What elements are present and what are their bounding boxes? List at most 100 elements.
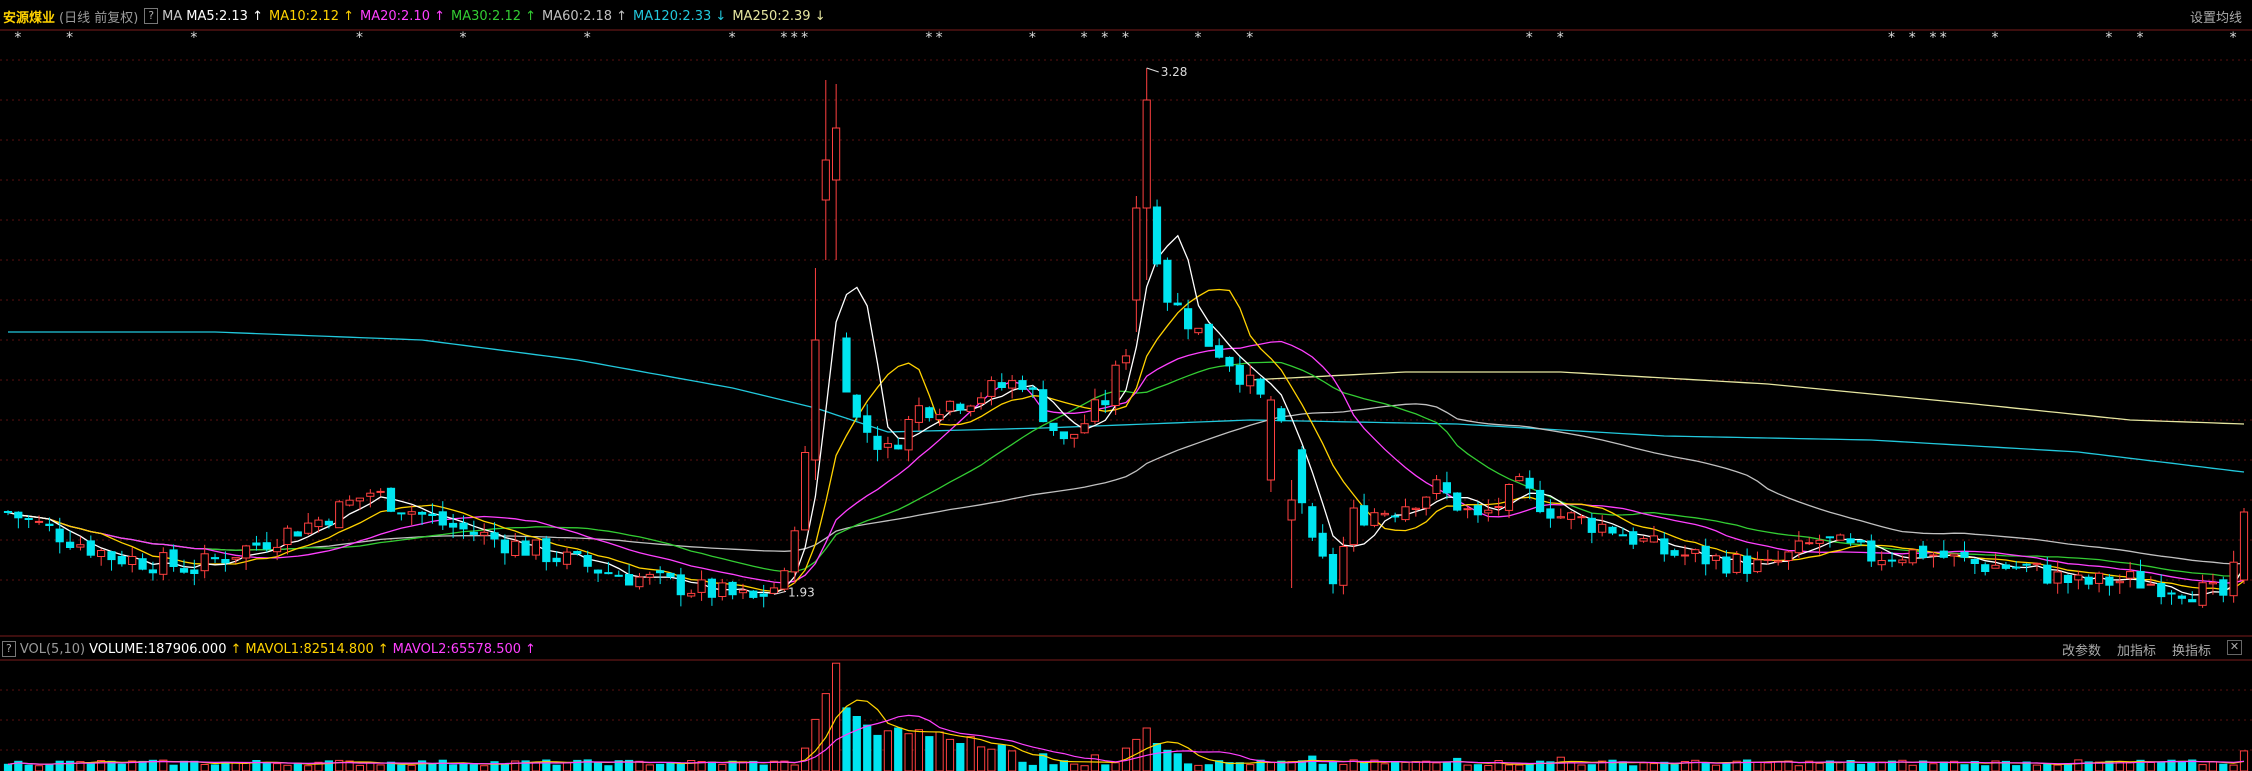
candle-body: [459, 522, 468, 530]
candle-body: [1173, 302, 1182, 306]
volume-bar: [190, 760, 199, 771]
event-marker-icon: *: [1029, 30, 1036, 46]
volume-bar: [2074, 759, 2083, 771]
candle-body: [1691, 549, 1700, 554]
volume-bar: [397, 764, 406, 771]
volume-bar: [1339, 763, 1348, 771]
candle-body: [1287, 499, 1296, 521]
candle-body: [1929, 554, 1938, 557]
volume-bar: [1722, 762, 1731, 771]
volume-bar: [376, 764, 385, 771]
candle-body: [583, 555, 592, 567]
volume-bar: [604, 765, 613, 771]
candle-body: [1660, 538, 1669, 555]
candle-body: [956, 403, 965, 411]
volume-bar: [1184, 763, 1193, 771]
volume-bar: [1484, 765, 1493, 771]
event-marker-icon: *: [1081, 30, 1088, 46]
candle-body: [1018, 380, 1027, 390]
candle-body: [573, 551, 582, 554]
candle-body: [718, 582, 727, 598]
candle-body: [1463, 508, 1472, 511]
event-marker-icon: *: [1526, 30, 1533, 46]
volume-bar: [562, 762, 572, 771]
volume-bar: [2219, 763, 2228, 771]
candle-body: [1442, 482, 1452, 494]
candle-body: [1567, 512, 1576, 520]
candle-body: [1370, 512, 1379, 526]
candle-body: [2167, 592, 2176, 595]
candle-body: [987, 380, 996, 397]
volume-bar: [1567, 762, 1576, 771]
candle-body: [335, 501, 344, 529]
candle-body: [1515, 476, 1524, 482]
volume-bar: [1308, 755, 1317, 771]
candle-body: [759, 593, 768, 597]
volume-bar: [1929, 763, 1938, 771]
volume-bar: [811, 718, 820, 771]
candle-body: [1204, 323, 1213, 347]
candle-body: [179, 568, 189, 573]
event-marker-icon: *: [1940, 30, 1947, 46]
candle-body: [511, 540, 520, 557]
candle-body: [531, 539, 540, 556]
candle-body: [1805, 542, 1814, 545]
volume-bar: [1173, 753, 1182, 771]
volume-bar: [1152, 743, 1162, 771]
volume-bar: [1515, 764, 1524, 771]
volume-bar: [1194, 764, 1203, 771]
volume-bar: [1960, 764, 1969, 771]
candle-body: [2136, 571, 2145, 589]
candle-body: [883, 443, 892, 448]
candle-body: [418, 511, 427, 515]
candle-body: [1422, 496, 1431, 509]
candle-body: [293, 531, 302, 537]
candle-body: [635, 576, 644, 588]
candle-body: [1080, 423, 1089, 434]
candle-body: [200, 553, 209, 572]
candle-body: [697, 579, 706, 593]
candle-body: [1649, 535, 1659, 543]
volume-bar: [1401, 761, 1410, 771]
candle-body: [1049, 422, 1058, 431]
event-marker-icon: *: [780, 30, 787, 46]
candle-body: [1225, 356, 1234, 367]
volume-bar: [1836, 762, 1845, 771]
volume-bar: [304, 765, 313, 771]
candle-body: [2115, 580, 2124, 584]
candle-body: [273, 546, 282, 553]
candle-body: [780, 570, 789, 590]
event-marker-icon: *: [190, 30, 197, 46]
candle-body: [687, 592, 696, 597]
candle-body: [66, 541, 75, 549]
volume-bar: [531, 761, 540, 771]
candle-body: [262, 542, 271, 550]
volume-bar: [883, 730, 892, 771]
candle-body: [625, 574, 634, 586]
candle-body: [500, 539, 509, 554]
candle-body: [801, 452, 810, 531]
candle-body: [1898, 559, 1907, 564]
candle-body: [1680, 554, 1690, 557]
volume-bar: [1266, 761, 1276, 771]
candle-body: [593, 569, 603, 574]
event-marker-icon: *: [729, 30, 736, 46]
volume-bar: [1877, 761, 1886, 771]
kline-chart[interactable]: 3.281.93* * * * * * * * * * * * * * * * * * * * * * * * * * * *: [0, 0, 2252, 771]
candle-body: [3, 511, 13, 513]
volume-bar: [1794, 765, 1803, 771]
candle-body: [159, 552, 168, 575]
candle-body: [1235, 364, 1244, 385]
candle-body: [2188, 599, 2197, 603]
volume-bar: [1701, 762, 1710, 771]
volume-bar: [500, 763, 509, 771]
candle-body: [1111, 364, 1120, 407]
candle-body: [1266, 399, 1276, 481]
volume-bar: [1711, 764, 1721, 771]
candle-body: [997, 382, 1006, 389]
volume-bar: [55, 760, 64, 771]
ma5-line: [7, 234, 2245, 596]
volume-bar: [894, 727, 903, 771]
volume-bar: [863, 724, 872, 771]
candle-body: [1484, 509, 1493, 514]
